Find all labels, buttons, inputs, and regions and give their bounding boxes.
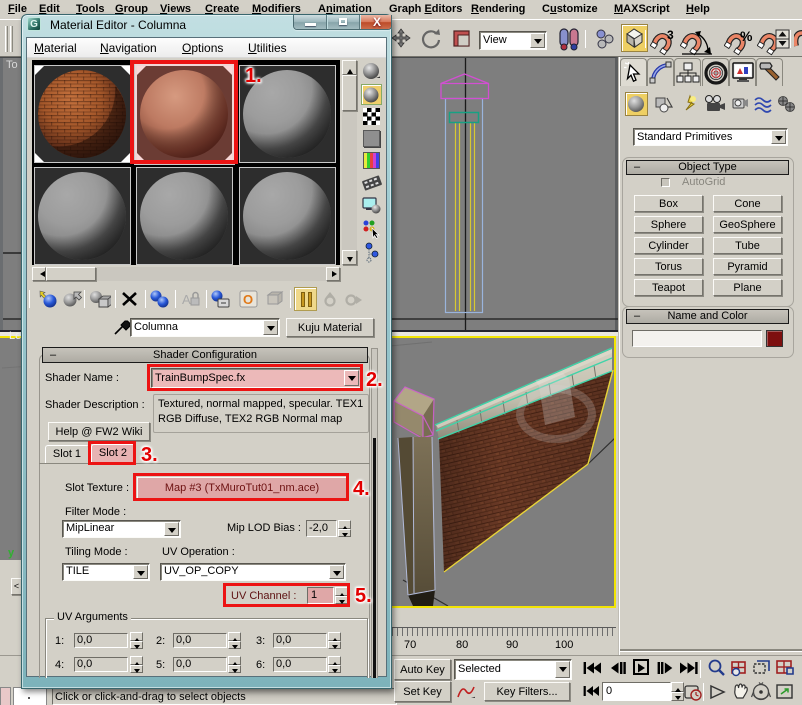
svg-text:A: A: [182, 292, 191, 307]
svg-text:3: 3: [667, 28, 674, 42]
svg-text:%: %: [740, 28, 753, 44]
svg-text:O: O: [243, 292, 253, 307]
